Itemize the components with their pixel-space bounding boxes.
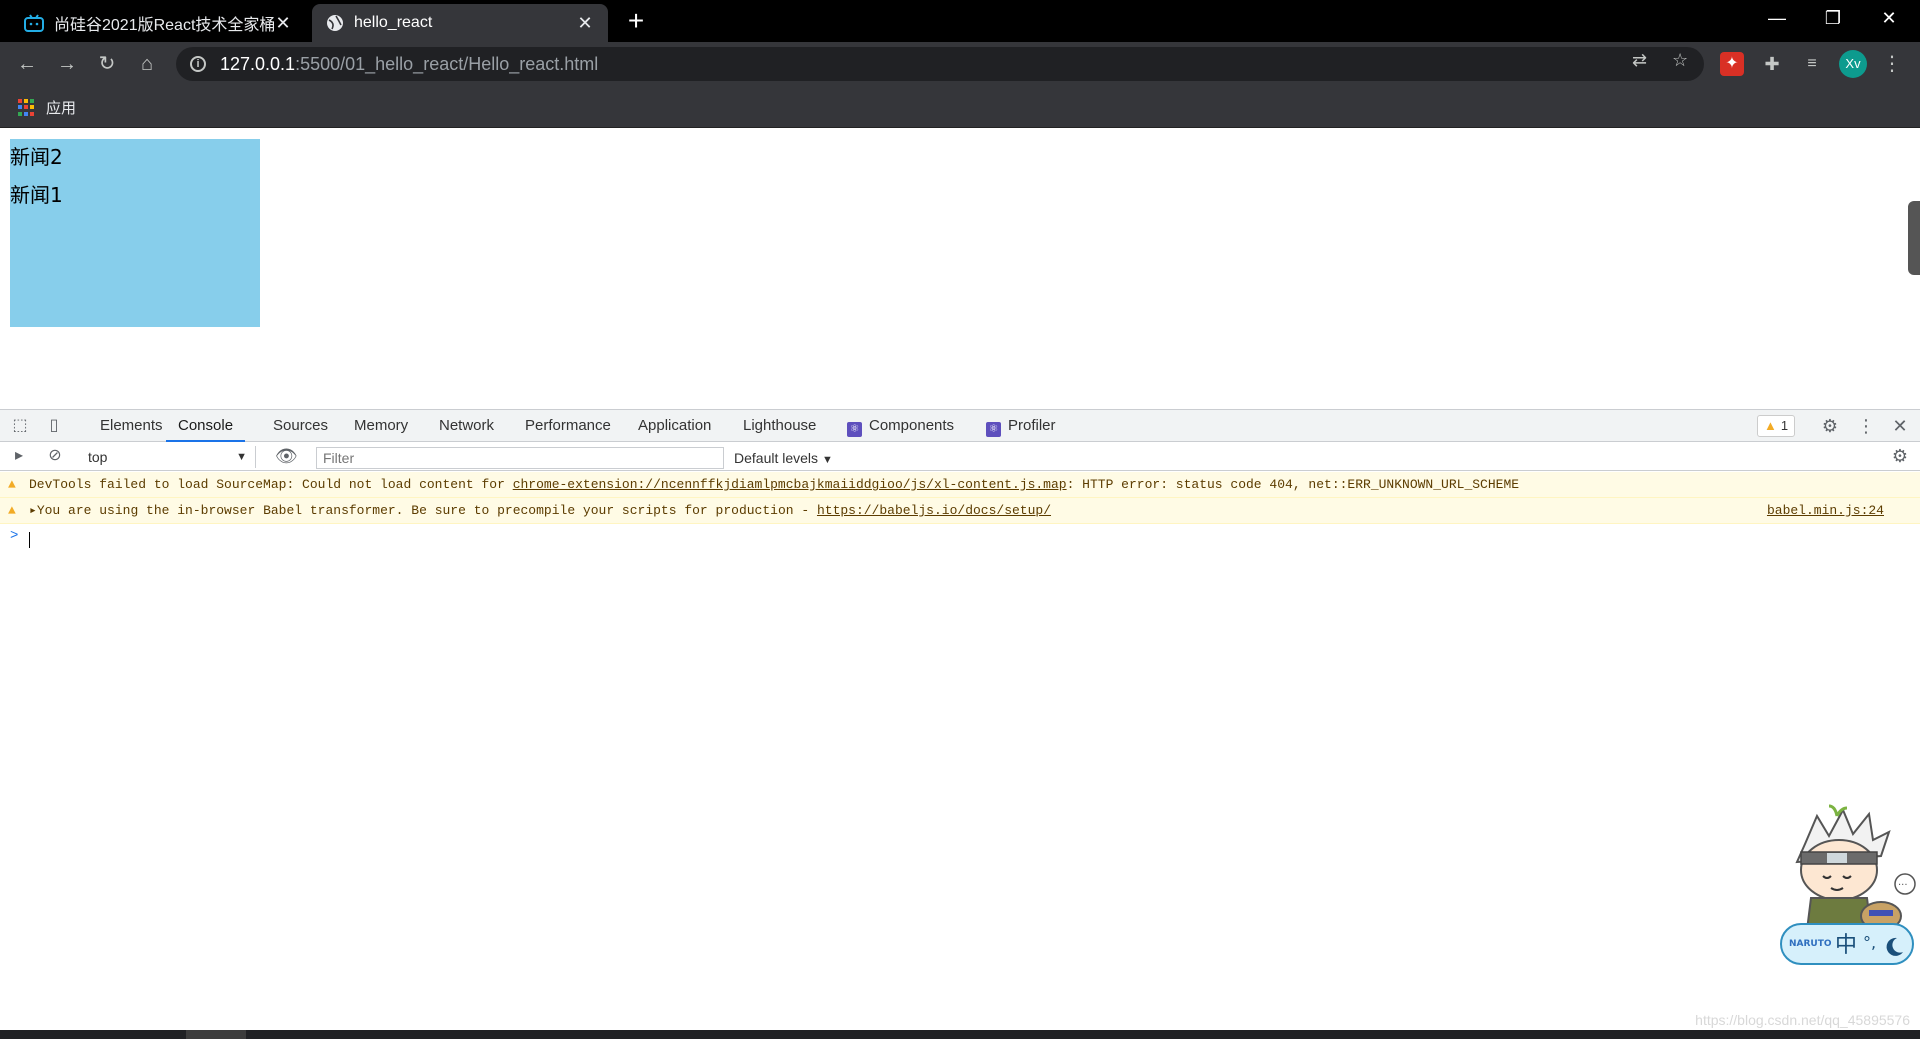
tab-console[interactable]: Console: [166, 410, 246, 442]
warning-icon: ▲: [8, 477, 16, 492]
console-prompt: >: [10, 528, 19, 544]
apps-shortcut[interactable]: 应用: [18, 97, 76, 118]
tab-memory[interactable]: Memory: [354, 410, 408, 442]
news-item: 新闻2: [10, 145, 63, 169]
device-toolbar-icon[interactable]: ▯: [44, 416, 64, 436]
clear-console-icon[interactable]: ⊘: [45, 446, 65, 466]
tab-performance[interactable]: Performance: [525, 410, 611, 442]
extension-icon[interactable]: ✦: [1720, 52, 1744, 76]
translate-icon[interactable]: ⇄: [1632, 50, 1647, 71]
react-icon: ⚛: [986, 422, 1001, 437]
site-info-icon[interactable]: i: [190, 56, 206, 72]
apps-grid-icon: [18, 98, 36, 117]
message-text: ▸You are using the in-browser Babel tran…: [29, 498, 1051, 524]
tab-network[interactable]: Network: [439, 410, 494, 442]
page-viewport: 新闻2 新闻1: [0, 129, 1920, 409]
extensions-puzzle-icon[interactable]: ✚: [1760, 52, 1784, 76]
news-item: 新闻1: [10, 183, 63, 207]
back-icon[interactable]: ←: [11, 48, 43, 80]
warning-icon: ▲: [1764, 418, 1777, 433]
message-link[interactable]: https://babeljs.io/docs/setup/: [817, 503, 1051, 518]
browser-titlebar: 尚硅谷2021版React技术全家桶全 ✕ hello_react ✕ + — …: [0, 0, 1920, 42]
message-link[interactable]: chrome-extension://ncennffkjdiamlpmcbajk…: [513, 477, 1067, 492]
warning-count-badge[interactable]: ▲ 1: [1757, 415, 1796, 437]
chevron-down-icon: ▼: [236, 451, 247, 463]
tab-components-label: Components: [869, 417, 955, 434]
scroll-handle[interactable]: [1908, 201, 1920, 275]
url-host: 127.0.0.1: [220, 53, 296, 74]
tab-components[interactable]: ⚛ Components: [847, 410, 954, 442]
tab-profiler[interactable]: ⚛ Profiler: [986, 410, 1056, 442]
warning-icon: ▲: [8, 503, 16, 518]
taskbar: [0, 1030, 1920, 1039]
svg-text:NARUTO: NARUTO: [1789, 939, 1832, 949]
watermark: https://blog.csdn.net/qq_45895576: [1695, 1012, 1910, 1028]
tab-title: hello_react: [354, 14, 433, 31]
close-tab-icon[interactable]: ✕: [274, 13, 292, 34]
message-source-link[interactable]: babel.min.js:24: [1767, 498, 1884, 524]
bilibili-icon: [24, 14, 44, 32]
more-options-icon[interactable]: ⋮: [1856, 416, 1876, 436]
minimize-icon[interactable]: —: [1754, 0, 1800, 36]
tab-title: 尚硅谷2021版React技术全家桶全: [54, 17, 274, 34]
react-icon: ⚛: [847, 422, 862, 437]
ime-mascot-icon[interactable]: ··· NARUTO 中 °,: [1777, 804, 1917, 972]
tab-elements[interactable]: Elements: [100, 410, 163, 442]
new-tab-button[interactable]: +: [620, 6, 652, 38]
live-expression-eye-icon[interactable]: 👁: [275, 446, 298, 466]
reload-icon[interactable]: ↻: [91, 48, 123, 80]
browser-toolbar: ← → ↻ ⌂ i 127.0.0.1:5500/01_hello_react/…: [0, 42, 1920, 87]
console-input-caret[interactable]: [29, 532, 30, 548]
tab-hello-react[interactable]: hello_react ✕: [312, 4, 608, 42]
chevron-down-icon: ▼: [821, 454, 833, 466]
home-icon[interactable]: ⌂: [131, 48, 163, 80]
console-warning-message: ▲ ▸You are using the in-browser Babel tr…: [0, 498, 1920, 524]
tab-sources[interactable]: Sources: [273, 410, 328, 442]
ime-mode-label: 中: [1835, 933, 1857, 958]
tab-lighthouse[interactable]: Lighthouse: [743, 410, 816, 442]
context-value: top: [88, 449, 108, 465]
inspect-element-icon[interactable]: ⬚: [10, 416, 30, 436]
bookmark-star-icon[interactable]: ☆: [1672, 50, 1688, 71]
url-path: :5500/01_hello_react/Hello_react.html: [295, 53, 599, 74]
settings-gear-icon[interactable]: ⚙: [1820, 416, 1840, 436]
tab-bilibili[interactable]: 尚硅谷2021版React技术全家桶全 ✕: [10, 4, 306, 42]
bookmarks-bar: 应用: [0, 87, 1920, 128]
avatar[interactable]: Xv: [1839, 50, 1867, 78]
close-window-icon[interactable]: ✕: [1866, 0, 1912, 36]
context-selector[interactable]: top ▼: [80, 446, 256, 468]
message-text: DevTools failed to load SourceMap: Could…: [29, 472, 1519, 498]
globe-icon: [327, 15, 343, 31]
console-settings-icon[interactable]: ⚙: [1890, 446, 1910, 466]
warning-count: 1: [1780, 418, 1789, 433]
expand-arrow-icon[interactable]: ▸: [29, 503, 37, 518]
show-sidebar-icon[interactable]: ▸: [9, 446, 29, 466]
log-levels-dropdown[interactable]: Default levels ▼: [734, 447, 833, 471]
browser-menu-icon[interactable]: ⋮: [1880, 52, 1904, 76]
close-tab-icon[interactable]: ✕: [576, 13, 594, 34]
console-warning-message: ▲ DevTools failed to load SourceMap: Cou…: [0, 472, 1920, 498]
address-bar[interactable]: i 127.0.0.1:5500/01_hello_react/Hello_re…: [176, 47, 1704, 81]
ime-punct-label: °,: [1863, 933, 1876, 952]
svg-text:···: ···: [1898, 880, 1908, 891]
news-list: 新闻2 新闻1: [10, 139, 260, 327]
taskbar-item[interactable]: [186, 1030, 246, 1039]
console-filter-input[interactable]: [316, 447, 724, 469]
tab-profiler-label: Profiler: [1008, 417, 1056, 434]
forward-icon[interactable]: →: [51, 48, 83, 80]
media-queue-icon[interactable]: ≡: [1800, 52, 1824, 76]
levels-label: Default levels: [734, 450, 819, 466]
devtools-panel: ⬚ ▯ Elements Console Sources Memory Netw…: [0, 409, 1920, 1030]
message-suffix: : HTTP error: status code 404, net::ERR_…: [1066, 477, 1520, 492]
message-prefix: DevTools failed to load SourceMap: Could…: [29, 477, 513, 492]
restore-icon[interactable]: ❐: [1810, 0, 1856, 36]
apps-label: 应用: [46, 100, 77, 117]
console-toolbar: ▸ ⊘ top ▼ 👁 Default levels ▼ ⚙: [0, 443, 1920, 471]
close-devtools-icon[interactable]: ✕: [1890, 416, 1910, 436]
devtools-tabbar: ⬚ ▯ Elements Console Sources Memory Netw…: [0, 410, 1920, 442]
tab-application[interactable]: Application: [638, 410, 711, 442]
message-prefix: You are using the in-browser Babel trans…: [36, 503, 817, 518]
